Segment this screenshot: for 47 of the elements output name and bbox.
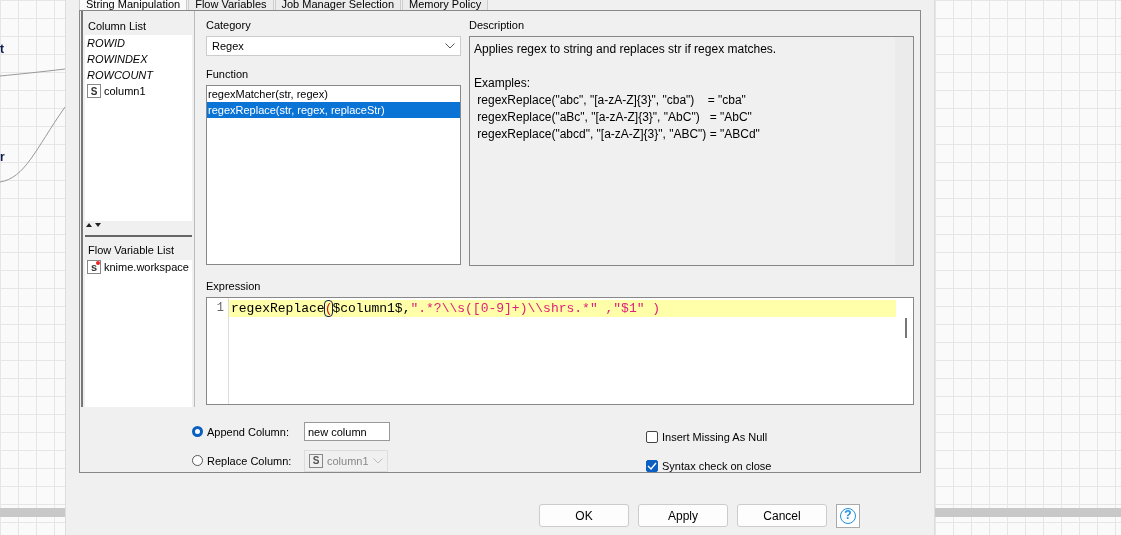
flow-variable-item[interactable]: s knime.workspace xyxy=(85,259,192,275)
scrollbar-thumb[interactable] xyxy=(905,318,907,338)
dialog-button[interactable]: Cancel xyxy=(737,504,827,527)
example-line: regexReplace("abcd", "[a-zA-Z]{3}", "ABC") = "ABCd" xyxy=(476,126,761,143)
checkbox-label: Insert Missing As Null xyxy=(662,430,768,443)
dialog-button[interactable]: Apply xyxy=(638,504,728,527)
connector-line xyxy=(0,68,65,77)
function-item[interactable]: regexReplace(str, regex, replaceStr) xyxy=(207,102,460,118)
description-label: Description xyxy=(469,18,526,33)
string-type-icon: S xyxy=(87,84,101,98)
splitter-arrows-icon[interactable] xyxy=(85,222,101,227)
checkbox[interactable] xyxy=(646,459,658,472)
checkbox-label: Syntax check on close xyxy=(662,459,772,472)
column-item[interactable]: ROWINDEX xyxy=(85,51,192,67)
column-item[interactable]: ROWCOUNT xyxy=(85,67,192,83)
description-text: Applies regex to string and replaces str if regex matches. xyxy=(474,41,778,58)
node-label: r xyxy=(0,150,5,164)
list-title: Flow Variable List xyxy=(87,243,175,258)
column-item[interactable]: ROWID xyxy=(85,35,192,51)
column-dropdown[interactable]: S column1 xyxy=(304,449,388,472)
category-dropdown[interactable]: Regex xyxy=(206,36,461,56)
chevron-down-icon xyxy=(445,43,455,49)
column-item[interactable]: S column1 xyxy=(85,83,192,99)
example-line: regexReplace("abc", "[a-zA-Z]{3}", "cba") = "cba" xyxy=(476,92,747,109)
column-name-field[interactable]: new column xyxy=(304,422,390,441)
node-label: t xyxy=(0,42,4,56)
string-type-icon: S xyxy=(309,453,323,468)
radio-button[interactable] xyxy=(192,455,203,466)
dialog-button[interactable]: OK xyxy=(539,504,629,527)
list-title: Column List xyxy=(87,19,148,34)
example-line: regexReplace("aBc", "[a-zA-Z]{3}", "AbC") = "AbC" xyxy=(476,109,753,126)
scrollbar[interactable] xyxy=(935,508,1121,517)
chevron-down-icon xyxy=(372,457,383,464)
radio-label: Append Column: xyxy=(207,425,290,438)
radio-label: Replace Column: xyxy=(207,454,293,467)
expression-label: Expression xyxy=(206,279,262,294)
radio-button[interactable] xyxy=(192,426,203,437)
function-label: Function xyxy=(206,67,250,82)
function-item[interactable]: regexMatcher(str, regex) xyxy=(207,86,460,102)
checkbox[interactable] xyxy=(646,430,658,443)
help-button[interactable]: ? xyxy=(836,504,860,528)
expression-editor[interactable]: 1 regexReplace($column1$,".*?\\s([0-9]+)\\shrs.*" ,"$1" ) xyxy=(206,297,914,405)
category-label: Category xyxy=(206,18,252,33)
line-number: 1 xyxy=(216,301,224,315)
scrollbar[interactable] xyxy=(0,508,65,517)
examples-heading: Examples: xyxy=(474,75,532,92)
string-variable-icon: s xyxy=(87,260,101,274)
